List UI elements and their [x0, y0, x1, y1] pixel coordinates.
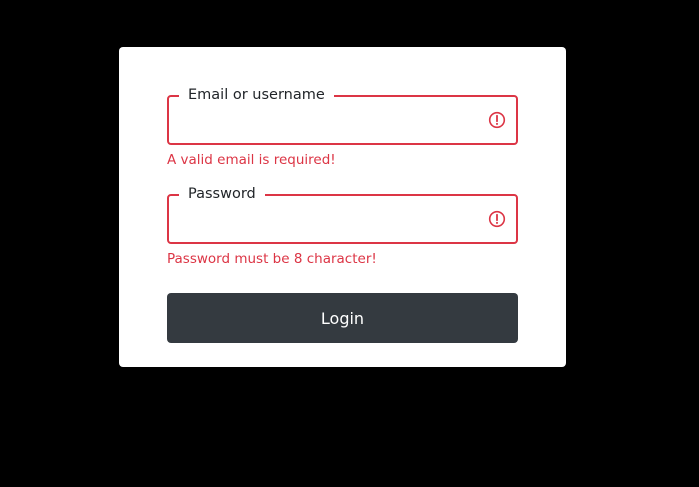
email-field-label: Email or username: [179, 86, 334, 104]
password-field[interactable]: Password: [167, 185, 518, 244]
alert-circle-icon: [488, 111, 506, 129]
email-input[interactable]: [179, 105, 479, 135]
login-button[interactable]: Login: [167, 293, 518, 343]
email-error-message: A valid email is required!: [167, 152, 336, 168]
password-input[interactable]: [179, 204, 479, 234]
email-field[interactable]: Email or username: [167, 86, 518, 145]
alert-circle-icon: [488, 210, 506, 228]
login-card: Email or username A valid email is requi…: [119, 47, 566, 367]
password-field-label: Password: [179, 185, 265, 203]
password-error-message: Password must be 8 character!: [167, 251, 377, 267]
